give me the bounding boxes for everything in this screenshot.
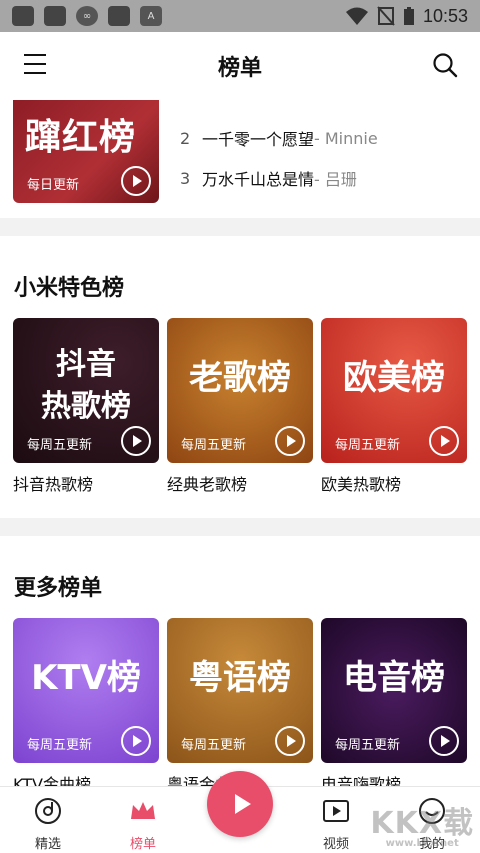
chart-card[interactable]: 粤语榜 每周五更新 粤语金曲榜 xyxy=(167,618,313,786)
update-badge: 每周五更新 xyxy=(335,438,401,453)
app-header: 榜单 xyxy=(0,32,480,100)
update-badge: 每周五更新 xyxy=(335,738,401,753)
cover-title: 抖音 热歌榜 xyxy=(41,347,131,424)
menu-icon[interactable] xyxy=(24,54,46,74)
update-badge: 每周五更新 xyxy=(27,438,93,453)
card-label: 抖音热歌榜 xyxy=(13,475,94,494)
play-icon[interactable] xyxy=(275,426,305,456)
text-icon: A xyxy=(140,6,162,26)
battery-icon xyxy=(403,7,414,25)
cover-title: 粤语榜 xyxy=(189,658,291,698)
chart-card[interactable]: 老歌榜 每周五更新 经典老歌榜 xyxy=(167,318,313,495)
card-label: 欧美热歌榜 xyxy=(321,475,402,494)
cover-title: 蹿红榜 xyxy=(25,117,137,158)
section-gap xyxy=(0,518,480,536)
cover-title: KTV榜 xyxy=(31,658,141,698)
song-row[interactable]: 2 一千零一个愿望 - Minnie xyxy=(180,118,378,158)
song-artist: - 吕珊 xyxy=(314,170,357,189)
app-icon xyxy=(108,6,130,26)
card-label: 经典老歌榜 xyxy=(167,475,248,494)
cover-title: 欧美榜 xyxy=(343,358,445,398)
featured-section: 小米特色榜 抖音热歌榜 每周五更新 抖音热歌榜 老歌榜 每周五更新 经典老歌榜 xyxy=(0,236,480,518)
chart-cover[interactable]: 欧美榜 每周五更新 xyxy=(321,318,467,463)
wifi-icon xyxy=(345,7,368,25)
play-icon[interactable] xyxy=(429,426,459,456)
app-icon xyxy=(44,6,66,26)
section-title: 更多榜单 xyxy=(14,576,103,601)
song-rank: 3 xyxy=(180,168,191,188)
update-badge: 每周五更新 xyxy=(27,738,93,753)
nav-item-charts[interactable]: 榜单 xyxy=(113,797,173,852)
update-badge: 每周五更新 xyxy=(181,438,247,453)
update-badge: 每周五更新 xyxy=(181,738,247,753)
nav-item-video[interactable]: 视频 xyxy=(306,797,366,852)
disc-icon xyxy=(35,798,61,824)
infinity-icon: ∞ xyxy=(76,6,98,26)
page-title: 榜单 xyxy=(217,56,262,81)
chart-cover[interactable]: 抖音 热歌榜 每周五更新 xyxy=(13,318,159,463)
crown-icon xyxy=(131,802,155,819)
no-sim-icon xyxy=(377,6,395,26)
play-icon[interactable] xyxy=(275,726,305,756)
nav-label: 视频 xyxy=(322,837,349,852)
chart-list: 蹿红榜 每日更新 2 一千零一个愿望 - Minnie 3 万水千山总是情 - … xyxy=(0,100,480,786)
play-icon[interactable] xyxy=(121,166,151,196)
song-title: 一千零一个愿望 xyxy=(202,130,315,149)
video-icon xyxy=(323,800,349,822)
chart-card[interactable]: KTV榜 每周五更新 KTV金曲榜 xyxy=(13,618,159,786)
chart-card[interactable]: 欧美榜 每周五更新 欧美热歌榜 xyxy=(321,318,467,495)
nav-label: 精选 xyxy=(34,837,61,852)
song-title: 万水千山总是情 xyxy=(202,170,315,189)
chart-card[interactable]: 电音榜 每周五更新 电音嗨歌榜 xyxy=(321,618,467,786)
watermark-logo: KKX载 www.kkx.net xyxy=(370,806,474,849)
status-bar: ∞ A 10:53 xyxy=(0,0,480,32)
play-icon[interactable] xyxy=(429,726,459,756)
now-playing-button[interactable] xyxy=(207,771,273,837)
more-section: 更多榜单 KTV榜 每周五更新 KTV金曲榜 粤语榜 每周五更新 粤语金曲榜 电… xyxy=(0,536,480,786)
nav-label: 榜单 xyxy=(129,837,156,852)
song-row[interactable]: 3 万水千山总是情 - 吕珊 xyxy=(180,158,378,198)
section-title: 小米特色榜 xyxy=(14,276,125,301)
song-rank: 2 xyxy=(180,128,191,148)
play-icon[interactable] xyxy=(121,726,151,756)
status-time: 10:53 xyxy=(422,5,468,26)
bottom-nav: 精选 榜单 视频 我的 KKX载 www.kkx.net xyxy=(0,771,480,853)
cover-title: 老歌榜 xyxy=(189,358,291,398)
song-list: 2 一千零一个愿望 - Minnie 3 万水千山总是情 - 吕珊 xyxy=(180,118,378,198)
app-icon xyxy=(12,6,34,26)
chart-cover[interactable]: 电音榜 每周五更新 xyxy=(321,618,467,763)
section-gap xyxy=(0,218,480,236)
card-label: KTV金曲榜 xyxy=(13,775,91,786)
chart-card[interactable]: 抖音 热歌榜 每周五更新 抖音热歌榜 xyxy=(13,318,159,495)
update-badge: 每日更新 xyxy=(27,178,80,193)
card-label: 电音嗨歌榜 xyxy=(321,775,402,786)
search-icon[interactable] xyxy=(432,52,458,78)
chart-cover[interactable]: KTV榜 每周五更新 xyxy=(13,618,159,763)
song-artist: - Minnie xyxy=(314,128,378,148)
cover-title: 电音榜 xyxy=(343,658,445,698)
top-chart-cover[interactable]: 蹿红榜 每日更新 xyxy=(13,100,159,203)
play-icon[interactable] xyxy=(121,426,151,456)
chart-cover[interactable]: 粤语榜 每周五更新 xyxy=(167,618,313,763)
chart-cover[interactable]: 老歌榜 每周五更新 xyxy=(167,318,313,463)
nav-item-featured[interactable]: 精选 xyxy=(18,797,78,852)
top-chart-section: 蹿红榜 每日更新 2 一千零一个愿望 - Minnie 3 万水千山总是情 - … xyxy=(0,100,480,218)
